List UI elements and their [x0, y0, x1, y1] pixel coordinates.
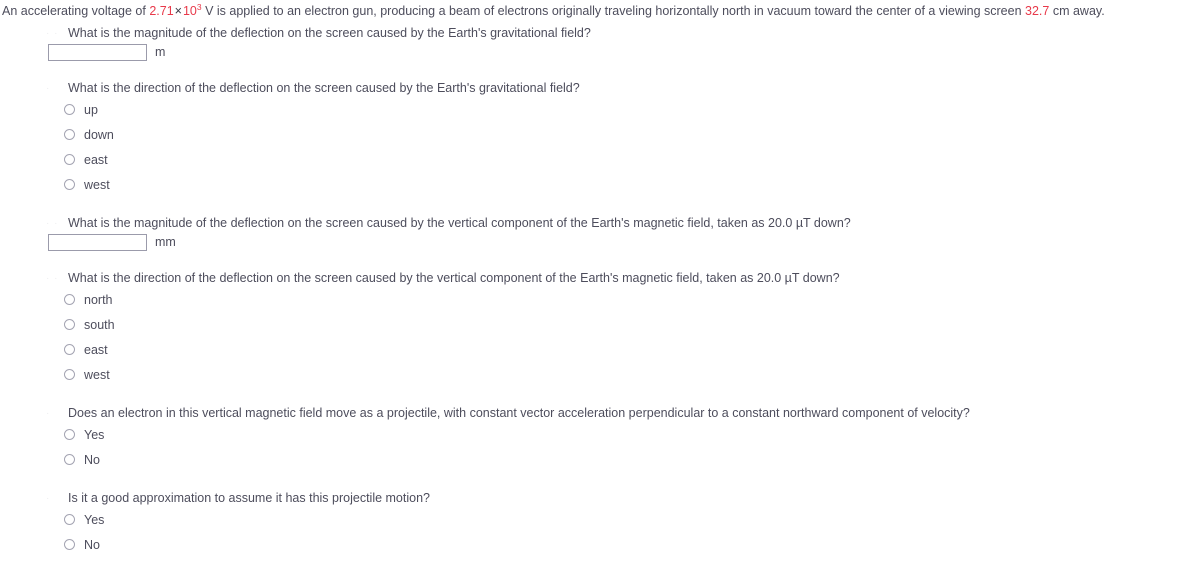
part-c-marker: · · [46, 218, 59, 229]
problem-text-lead-2: V is applied to an electron gun, produci… [201, 4, 1026, 18]
part-e-option-label: No [84, 452, 100, 467]
part-b-option-label: east [84, 152, 108, 167]
part-b-options: up down east west [64, 97, 114, 197]
part-d-option-west[interactable]: west [64, 362, 115, 387]
part-b-option-down[interactable]: down [64, 122, 114, 147]
part-b-option-label: down [84, 127, 114, 142]
radio-button-icon[interactable] [64, 539, 75, 550]
part-e-question-text: Does an electron in this vertical magnet… [68, 406, 970, 420]
part-f-option-no[interactable]: No [64, 532, 104, 557]
part-b-marker: · [46, 83, 51, 94]
distance-value: 32.7 [1025, 4, 1050, 18]
radio-button-icon[interactable] [64, 294, 75, 305]
part-f-options: Yes No [64, 507, 104, 557]
part-d-marker: · · [46, 273, 59, 284]
part-c-answer-row: mm [48, 232, 176, 252]
part-a-marker: · · [46, 28, 59, 39]
problem-text-lead-3: cm away. [1049, 4, 1105, 18]
multiplication-sign: × [174, 4, 182, 18]
radio-button-icon[interactable] [64, 514, 75, 525]
part-a-unit-label: m [155, 45, 166, 59]
problem-statement: An accelerating voltage of 2.71×103 V is… [2, 3, 1198, 19]
part-a-question-text: What is the magnitude of the deflection … [68, 26, 591, 40]
radio-button-icon[interactable] [64, 344, 75, 355]
voltage-value: 2.71 [149, 4, 174, 18]
part-e-option-label: Yes [84, 427, 105, 442]
radio-button-icon[interactable] [64, 129, 75, 140]
radio-button-icon[interactable] [64, 454, 75, 465]
part-c-unit-label: mm [155, 235, 176, 249]
part-d-option-label: east [84, 342, 108, 357]
part-f-question-text: Is it a good approximation to assume it … [68, 491, 430, 505]
part-e-options: Yes No [64, 422, 104, 472]
part-b-question-text: What is the direction of the deflection … [68, 81, 580, 95]
part-b-option-west[interactable]: west [64, 172, 114, 197]
part-b-option-label: west [84, 177, 110, 192]
part-d-option-south[interactable]: south [64, 312, 115, 337]
part-f-marker: · [46, 493, 51, 504]
part-d-option-label: south [84, 317, 115, 332]
part-a-answer-row: m [48, 42, 165, 62]
part-b-option-up[interactable]: up [64, 97, 114, 122]
radio-button-icon[interactable] [64, 154, 75, 165]
part-d-option-east[interactable]: east [64, 337, 115, 362]
part-c-answer-input[interactable] [48, 233, 147, 251]
part-d-option-north[interactable]: north [64, 287, 115, 312]
radio-button-icon[interactable] [64, 104, 75, 115]
part-f-option-yes[interactable]: Yes [64, 507, 104, 532]
part-f-option-label: No [84, 537, 100, 552]
part-d-question-text: What is the direction of the deflection … [68, 271, 840, 285]
problem-text-lead-1: An accelerating voltage of [2, 4, 150, 18]
part-d-option-label: west [84, 367, 110, 382]
power-base: 10 [182, 4, 197, 18]
radio-button-icon[interactable] [64, 319, 75, 330]
part-e-marker: · [46, 408, 51, 419]
part-b-option-east[interactable]: east [64, 147, 114, 172]
part-d-option-label: north [84, 292, 113, 307]
part-f-option-label: Yes [84, 512, 105, 527]
part-e-option-no[interactable]: No [64, 447, 104, 472]
part-e-option-yes[interactable]: Yes [64, 422, 104, 447]
radio-button-icon[interactable] [64, 429, 75, 440]
radio-button-icon[interactable] [64, 179, 75, 190]
part-a-answer-input[interactable] [48, 43, 147, 61]
part-d-options: north south east west [64, 287, 115, 387]
part-b-option-label: up [84, 102, 98, 117]
radio-button-icon[interactable] [64, 369, 75, 380]
part-c-question-text: What is the magnitude of the deflection … [68, 216, 851, 230]
